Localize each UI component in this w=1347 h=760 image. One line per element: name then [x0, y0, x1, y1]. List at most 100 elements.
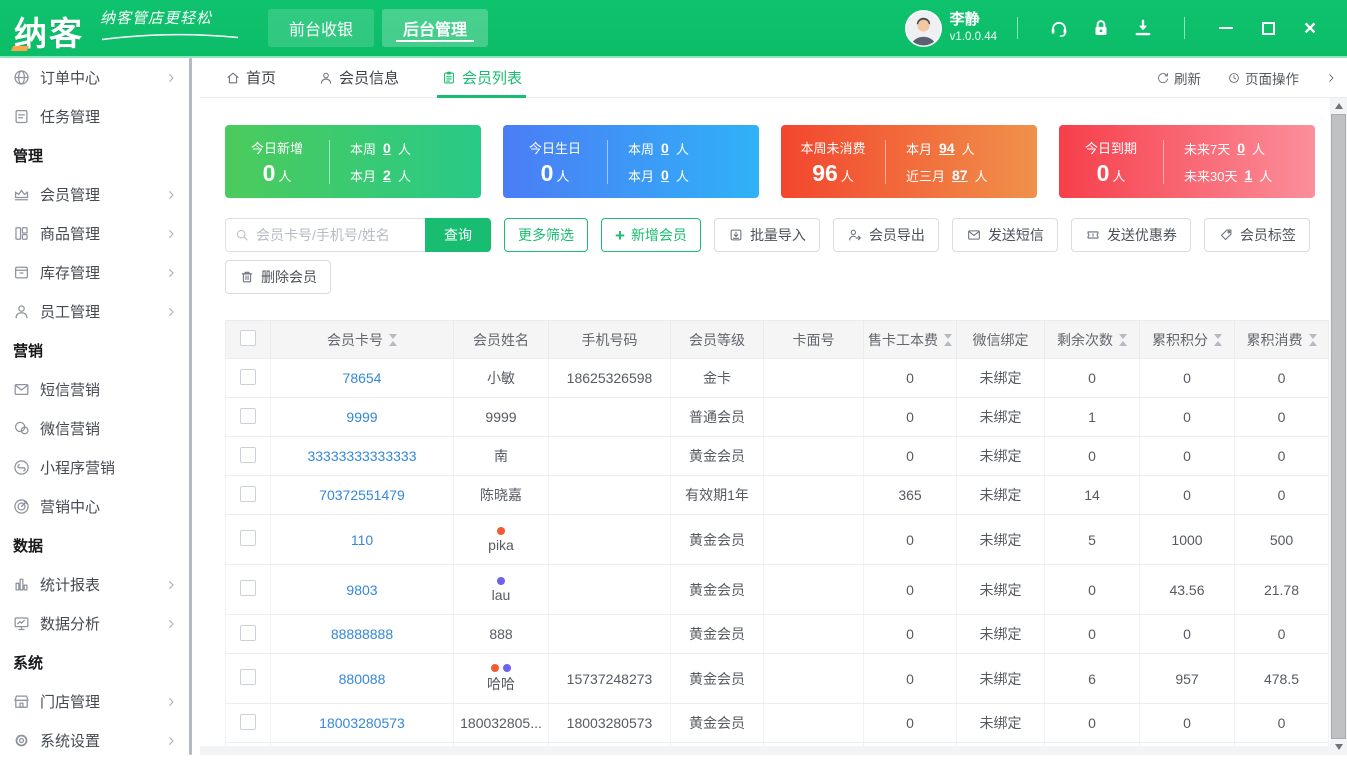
logo-text: 纳客 — [14, 17, 84, 50]
cell-points: 43.56 — [1140, 565, 1235, 615]
sidebar-item-任务管理[interactable]: 任务管理 — [0, 97, 200, 136]
member-card-link[interactable]: 18003280573 — [319, 715, 405, 731]
sidebar-item-微信营销[interactable]: 微信营销 — [0, 409, 200, 448]
sidebar-scrollbar[interactable] — [189, 58, 192, 755]
发送优惠券-button[interactable]: 发送优惠券 — [1071, 218, 1191, 252]
download-icon[interactable] — [1132, 17, 1154, 39]
stat-card-今日生日[interactable]: 今日生日0人本周0人本月0人 — [503, 125, 759, 198]
member-card-link[interactable]: 88888888 — [331, 626, 393, 642]
sort-desc-icon[interactable] — [944, 334, 952, 339]
stat-card-本周未消费[interactable]: 本周未消费96人本月94人近三月87人 — [781, 125, 1037, 198]
row-checkbox[interactable] — [240, 447, 256, 463]
sidebar-item-员工管理[interactable]: 员工管理 — [0, 292, 200, 331]
row-checkbox[interactable] — [240, 580, 256, 596]
sidebar-item-短信营销[interactable]: 短信营销 — [0, 370, 200, 409]
sort-control[interactable] — [1214, 334, 1222, 346]
sidebar-item-营销中心[interactable]: 营销中心 — [0, 487, 200, 526]
新增会员-button[interactable]: +新增会员 — [601, 218, 701, 252]
sidebar-item-库存管理[interactable]: 库存管理 — [0, 253, 200, 292]
row-checkbox[interactable] — [240, 625, 256, 641]
page-actions-button[interactable]: 页面操作 — [1227, 68, 1299, 88]
support-icon[interactable] — [1048, 17, 1070, 39]
会员标签-button[interactable]: 会员标签 — [1204, 218, 1310, 252]
column-header-label: 剩余次数 — [1057, 330, 1113, 350]
row-checkbox[interactable] — [240, 530, 256, 546]
member-card-link[interactable]: 110 — [351, 532, 373, 548]
member-card-link[interactable]: 33333333333333 — [307, 448, 416, 464]
scroll-down-button[interactable] — [1330, 739, 1347, 755]
cell-card_no: 88888888 — [271, 615, 454, 654]
crown-icon — [12, 185, 31, 204]
lock-icon[interactable] — [1090, 17, 1112, 39]
slogan-swoosh-icon — [100, 33, 240, 41]
批量导入-button[interactable]: 批量导入 — [714, 218, 820, 252]
search-input[interactable] — [256, 227, 417, 243]
row-checkbox[interactable] — [240, 714, 256, 730]
refresh-button[interactable]: 刷新 — [1156, 68, 1201, 88]
sort-desc-icon[interactable] — [1119, 334, 1127, 339]
minimize-button[interactable] — [1211, 15, 1241, 41]
sort-asc-icon[interactable] — [1309, 341, 1317, 346]
sort-desc-icon[interactable] — [389, 334, 397, 339]
cell-phone — [549, 615, 671, 654]
tab-member-info[interactable]: 会员信息 — [318, 58, 399, 98]
cell-level: 黄金会员 — [671, 437, 764, 476]
column-header-inner: 会员姓名 — [454, 330, 548, 350]
column-header-售卡工本费: 售卡工本费 — [864, 321, 957, 359]
member-card-link[interactable]: 9803 — [346, 582, 377, 598]
sort-asc-icon[interactable] — [1214, 341, 1222, 346]
sidebar-item-统计报表[interactable]: 统计报表 — [0, 565, 200, 604]
row-checkbox[interactable] — [240, 408, 256, 424]
删除会员-button[interactable]: 删除会员 — [225, 260, 331, 294]
member-card-link[interactable]: 78654 — [343, 370, 382, 386]
更多筛选-button[interactable]: 更多筛选 — [504, 218, 588, 252]
sort-asc-icon[interactable] — [1119, 341, 1127, 346]
sidebar-item-数据分析[interactable]: 数据分析 — [0, 604, 200, 643]
close-button[interactable]: × — [1295, 15, 1325, 41]
sort-control[interactable] — [1119, 334, 1127, 346]
sort-control[interactable] — [944, 334, 952, 346]
row-checkbox[interactable] — [240, 486, 256, 502]
user-name: 李静 — [950, 11, 997, 30]
发送短信-button[interactable]: 发送短信 — [952, 218, 1058, 252]
sidebar-item-门店管理[interactable]: 门店管理 — [0, 682, 200, 721]
nav-tab-cashier[interactable]: 前台收银 — [268, 9, 374, 47]
task-icon — [12, 107, 31, 126]
sort-control[interactable] — [1309, 334, 1317, 346]
scroll-up-button[interactable] — [1330, 98, 1347, 114]
avatar[interactable] — [905, 10, 942, 47]
stat-card-今日新增[interactable]: 今日新增0人本周0人本月2人 — [225, 125, 481, 198]
column-header-inner: 会员卡号 — [271, 330, 453, 350]
scrollbar-thumb[interactable] — [1331, 114, 1346, 739]
sidebar-item-系统设置[interactable]: 系统设置 — [0, 721, 200, 760]
sort-asc-icon[interactable] — [389, 341, 397, 346]
sort-asc-icon[interactable] — [944, 341, 952, 346]
maximize-button[interactable] — [1253, 15, 1283, 41]
column-header-label: 会员卡号 — [327, 330, 383, 350]
row-checkbox[interactable] — [240, 669, 256, 685]
sidebar: 订单中心任务管理管理会员管理商品管理库存管理员工管理营销短信营销微信营销小程序营… — [0, 58, 200, 755]
sort-desc-icon[interactable] — [1309, 334, 1317, 339]
sidebar-item-订单中心[interactable]: 订单中心 — [0, 58, 200, 97]
select-all-checkbox[interactable] — [240, 330, 256, 346]
stat-card-今日到期[interactable]: 今日到期0人未来7天0人未来30天1人 — [1059, 125, 1315, 198]
sidebar-item-商品管理[interactable]: 商品管理 — [0, 214, 200, 253]
button-label: 更多筛选 — [518, 225, 574, 245]
nav-tab-admin[interactable]: 后台管理 — [382, 9, 488, 47]
sidebar-item-小程序营销[interactable]: 小程序营销 — [0, 448, 200, 487]
search-button[interactable]: 查询 — [425, 218, 491, 252]
sort-desc-icon[interactable] — [1214, 334, 1222, 339]
chevron-right-icon[interactable] — [1325, 72, 1337, 84]
member-card-link[interactable]: 9999 — [346, 409, 377, 425]
会员导出-button[interactable]: 会员导出 — [833, 218, 939, 252]
tab-member-list[interactable]: 会员列表 — [441, 58, 522, 98]
tab-home[interactable]: 首页 — [225, 58, 276, 98]
sort-control[interactable] — [389, 334, 397, 346]
table-header-row: 会员卡号会员姓名手机号码会员等级卡面号售卡工本费微信绑定剩余次数累积积分累积消费 — [226, 321, 1329, 359]
horizontal-scrollbar[interactable] — [200, 746, 1330, 755]
member-card-link[interactable]: 880088 — [339, 671, 386, 687]
member-card-link[interactable]: 70372551479 — [319, 487, 405, 503]
row-checkbox-cell — [226, 704, 271, 743]
sidebar-item-会员管理[interactable]: 会员管理 — [0, 175, 200, 214]
row-checkbox[interactable] — [240, 369, 256, 385]
